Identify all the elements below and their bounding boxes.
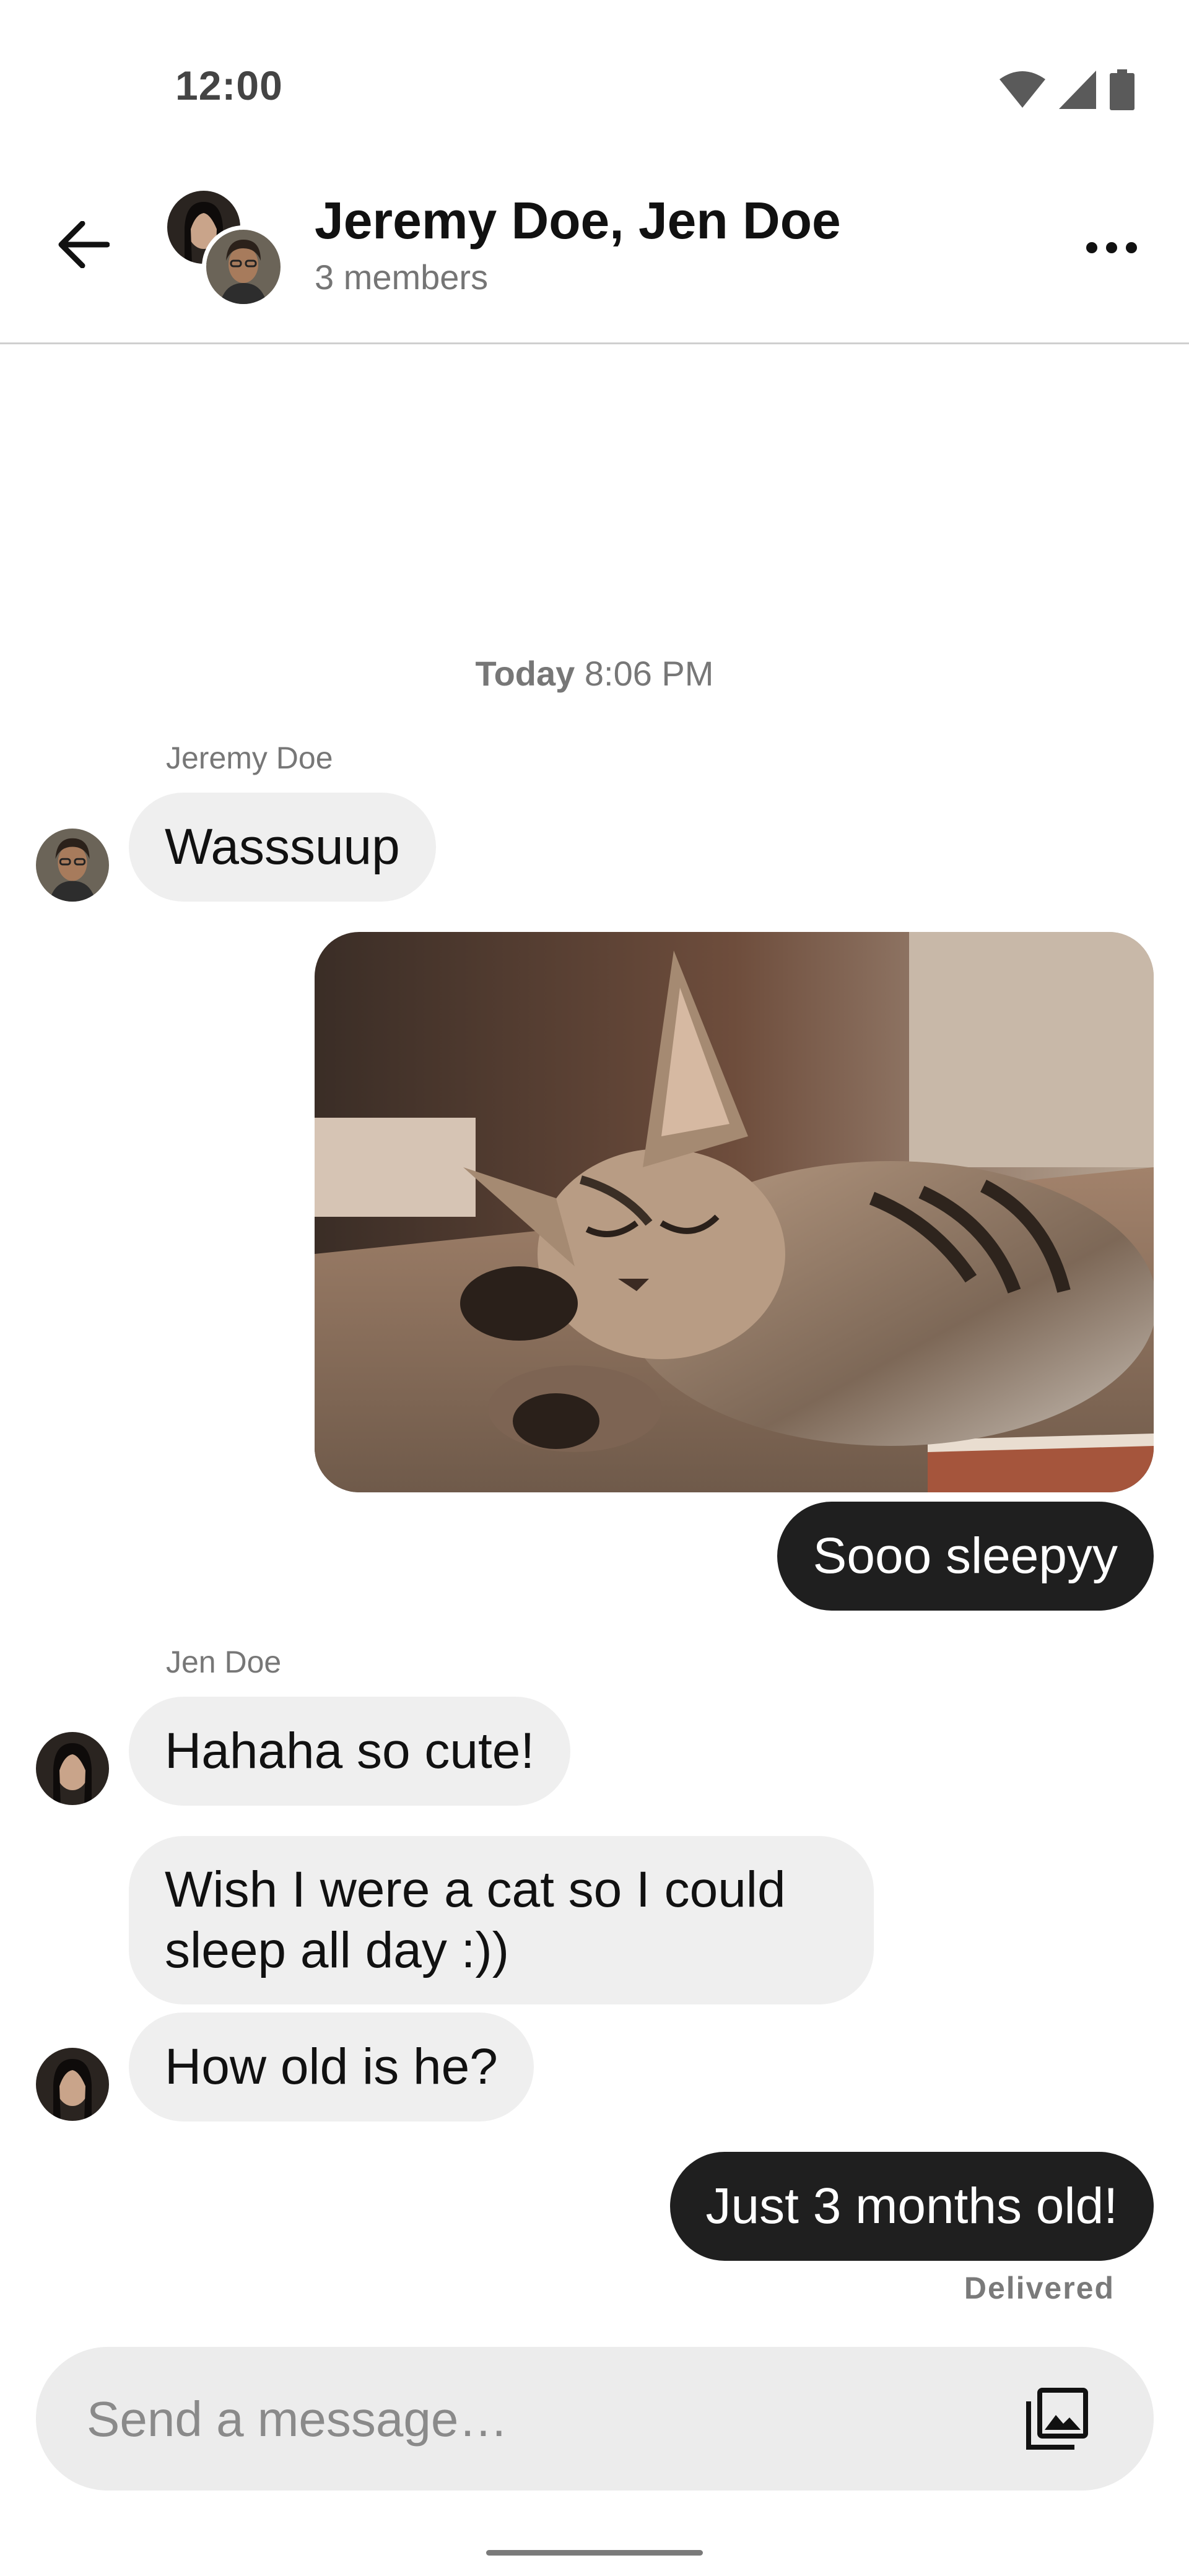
status-time: 12:00: [175, 63, 283, 108]
back-button[interactable]: [50, 211, 118, 279]
attach-image-button[interactable]: [1022, 2384, 1092, 2453]
message-image[interactable]: [315, 932, 1154, 1492]
message-bubble[interactable]: Wish I were a cat so I could sleep all d…: [129, 1836, 874, 2004]
status-icons: [1000, 68, 1135, 111]
home-indicator[interactable]: [486, 2550, 703, 2556]
chat-timestamp: Today 8:06 PM: [0, 653, 1189, 694]
message-bubble[interactable]: Just 3 months old!: [669, 2152, 1154, 2261]
sender-name: Jeremy Doe: [166, 741, 333, 775]
chat-header: Jeremy Doe, Jen Doe 3 members: [0, 161, 1189, 344]
message-bubble[interactable]: How old is he?: [129, 2012, 534, 2121]
wifi-icon: [1000, 71, 1045, 108]
delivery-status: Delivered: [964, 2271, 1115, 2305]
status-bar: 12:00: [0, 0, 1189, 161]
photo-library-icon: [1026, 2388, 1088, 2450]
battery-icon: [1110, 69, 1135, 110]
group-avatar[interactable]: [167, 191, 285, 308]
avatar-jen[interactable]: [36, 2048, 109, 2121]
sender-name: Jen Doe: [166, 1645, 282, 1679]
avatar-jeremy[interactable]: [36, 829, 109, 902]
message-bubble[interactable]: Wasssuup: [129, 793, 436, 902]
timestamp-day: Today: [475, 654, 575, 693]
kitten-photo: [315, 932, 1154, 1492]
timestamp-time: 8:06 PM: [584, 654, 714, 693]
member-count: 3 members: [315, 258, 489, 297]
arrow-back-icon: [58, 221, 110, 268]
message-input[interactable]: [85, 2347, 955, 2492]
message-bubble[interactable]: Hahaha so cute!: [129, 1697, 571, 1806]
avatar-jeremy: [202, 225, 285, 308]
chat-title: Jeremy Doe, Jen Doe: [315, 191, 841, 250]
more-options-button[interactable]: [1078, 214, 1146, 282]
message-composer: [36, 2347, 1154, 2492]
avatar-jen[interactable]: [36, 1732, 109, 1805]
message-bubble[interactable]: Sooo sleepyy: [777, 1502, 1154, 1611]
more-horizontal-icon: [1086, 242, 1137, 253]
cellular-signal-icon: [1059, 71, 1096, 109]
